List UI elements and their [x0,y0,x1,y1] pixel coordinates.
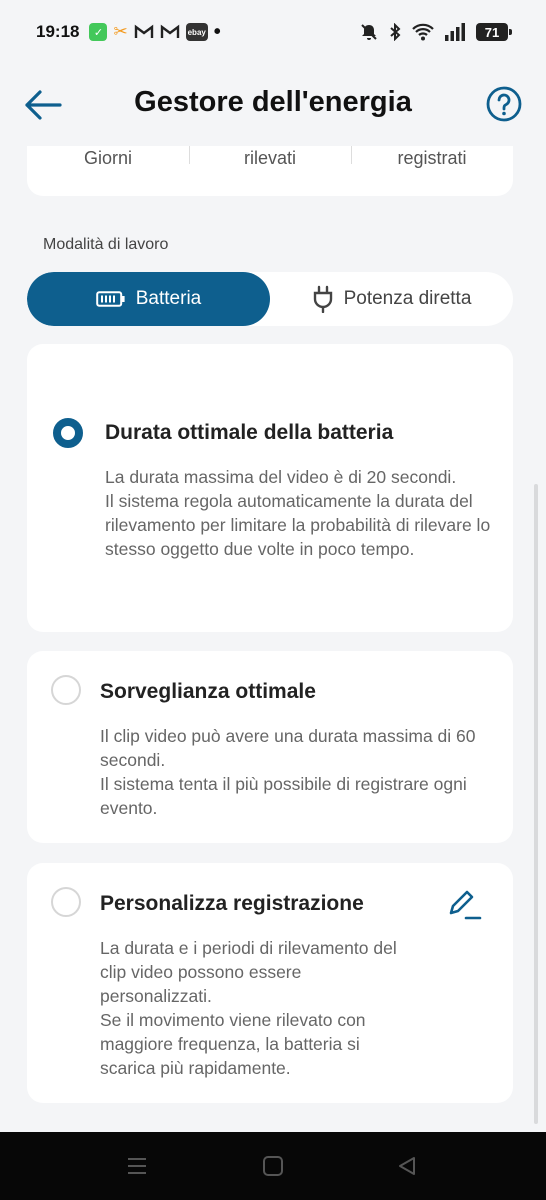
option-desc-line: Il sistema regola automaticamente la dur… [105,491,491,559]
radio-unselected[interactable] [51,675,81,705]
battery-icon [95,291,125,307]
ebay-icon: ebay [185,23,208,41]
option-card-battery-optimal[interactable]: Durata ottimale della batteria La durata… [27,344,513,632]
option-desc-line: La durata e i periodi di rilevamento del… [100,938,397,1006]
radio-selected[interactable] [53,418,83,448]
option-title: Sorveglianza ottimale [100,680,316,703]
option-title: Durata ottimale della batteria [105,421,394,444]
app-icon: ✂ [113,22,128,41]
stat-days-label: Giorni [83,148,132,168]
option-title: Personalizza registrazione [100,892,364,915]
scrollbar[interactable] [534,484,538,1124]
plug-icon [313,285,332,313]
menu-icon [128,1158,146,1174]
question-circle-icon [486,86,522,122]
wifi-icon [412,23,434,41]
mute-icon [361,24,377,40]
status-time: 19:18 [36,22,80,41]
system-nav-bar [0,1132,546,1200]
help-button[interactable] [486,86,522,122]
option-card-surveillance-optimal[interactable]: Sorveglianza ottimale Il clip video può … [27,651,513,843]
home-button[interactable] [261,1154,285,1178]
radio-unselected[interactable] [51,887,81,917]
page-title: Gestore dell'energia [134,86,412,118]
stat-detected-label: rilevati [189,146,351,196]
mode-battery-button[interactable]: Batteria [27,272,270,326]
back-triangle-icon [399,1157,415,1175]
dot-icon: • [213,21,221,43]
home-icon [263,1156,283,1176]
system-icons: 71 [360,23,512,41]
signal-icon [445,23,465,41]
option-desc-line: Il clip video può avere una durata massi… [100,726,476,770]
gmail-icon [160,24,179,38]
edit-button[interactable] [447,887,483,921]
option-description: La durata massima del video è di 20 seco… [105,465,495,561]
stat-recorded-label: registrati [351,146,513,196]
option-description: La durata e i periodi di rilevamento del… [100,936,410,1080]
status-bar: 19:18 ✓ ✂ ebay • 71 [0,0,546,64]
gmail-icon [134,24,153,38]
battery-indicator: 71 [476,23,512,41]
mode-battery-label: Batteria [135,288,202,309]
option-card-custom-recording[interactable]: Personalizza registrazione La durata e i… [27,863,513,1103]
option-desc-line: Il sistema tenta il più possibile di reg… [100,774,467,818]
edit-icon [449,890,482,920]
work-mode-toggle: Batteria Potenza diretta [27,272,513,326]
work-mode-label: Modalità di lavoro [43,236,169,253]
stats-card: Giorni rilevati registrati [27,146,513,196]
mode-direct-power-label: Potenza diretta [343,288,472,309]
back-nav-button[interactable] [395,1154,419,1178]
app-header: Gestore dell'energia [0,64,546,144]
whatsapp-icon: ✓ [89,23,108,41]
notification-icons: ✓ ✂ ebay • [89,21,221,43]
option-desc-line: Se il movimento viene rilevato con maggi… [100,1010,366,1078]
option-description: Il clip video può avere una durata massi… [100,724,490,820]
recent-apps-button[interactable] [125,1154,149,1178]
mode-direct-power-button[interactable]: Potenza diretta [270,272,513,326]
bluetooth-icon [390,23,401,41]
option-desc-line: La durata massima del video è di 20 seco… [105,467,457,487]
